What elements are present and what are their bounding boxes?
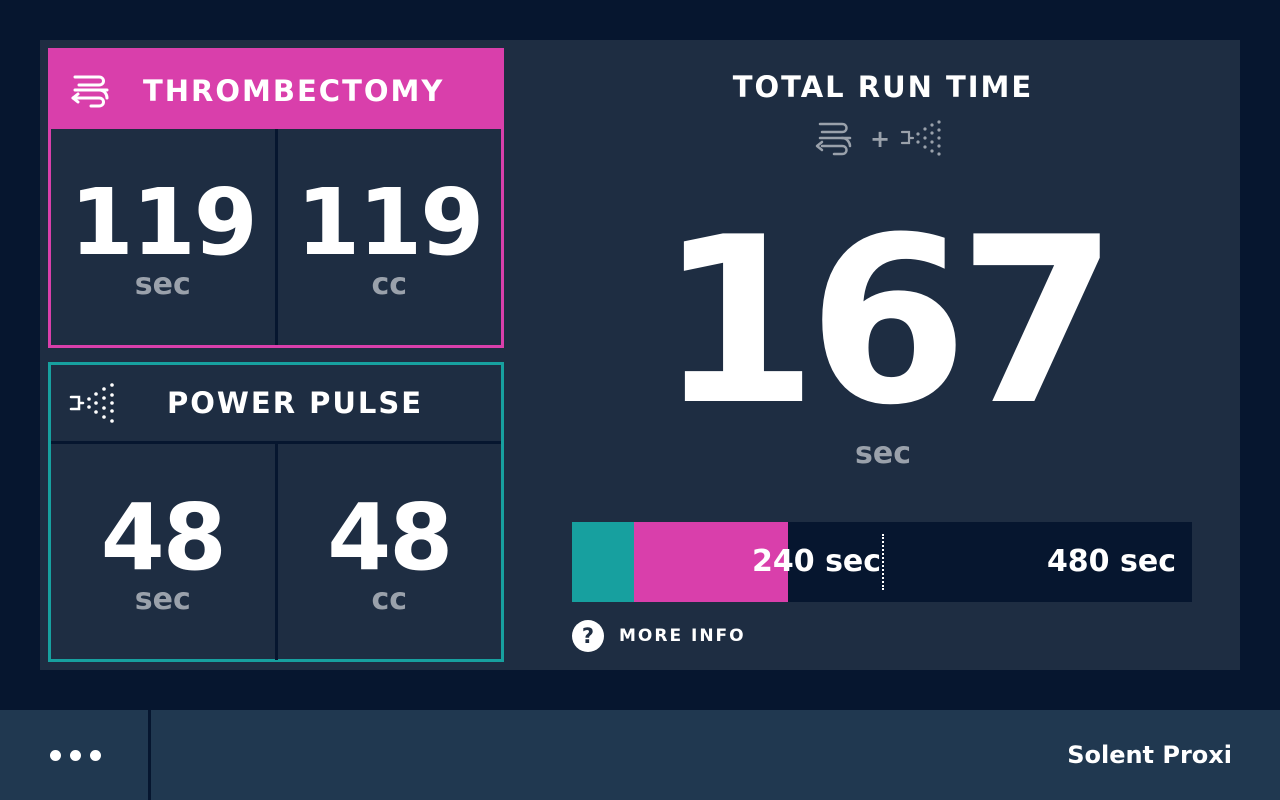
power-pulse-time-value: 48 <box>100 484 227 591</box>
thrombectomy-header: THROMBECTOMY <box>51 51 501 129</box>
power-pulse-card: POWER PULSE 48 sec 48 cc <box>48 362 504 662</box>
thrombectomy-volume-cell: 119 cc <box>274 129 502 345</box>
thrombectomy-icon <box>815 122 852 156</box>
thrombectomy-card: THROMBECTOMY 119 sec 119 cc <box>48 48 504 348</box>
power-pulse-volume-unit: cc <box>371 582 408 617</box>
progress-mid-label: 240 sec <box>752 544 882 579</box>
power-pulse-header: POWER PULSE <box>51 365 501 444</box>
power-pulse-stats: 48 sec 48 cc <box>51 444 501 660</box>
thrombectomy-title: THROMBECTOMY <box>143 74 445 108</box>
power-pulse-time-unit: sec <box>134 582 191 617</box>
power-pulse-time-cell: 48 sec <box>51 444 275 660</box>
thrombectomy-volume-value: 119 <box>296 169 484 276</box>
power-pulse-icon <box>900 120 941 156</box>
progress-midpoint-marker <box>882 534 884 590</box>
run-time-progress-bar: 240 sec 480 sec <box>572 522 1192 602</box>
help-icon: ? <box>572 620 604 652</box>
more-info-button[interactable]: ? MORE INFO <box>572 620 746 652</box>
thrombectomy-time-value: 119 <box>69 169 258 276</box>
power-pulse-volume-cell: 48 cc <box>274 444 502 660</box>
thrombectomy-time-unit: sec <box>134 267 191 302</box>
more-info-label: MORE INFO <box>619 626 746 646</box>
device-name: Solent Proxi <box>1067 741 1232 769</box>
power-pulse-icon <box>69 383 114 423</box>
thrombectomy-stats: 119 sec 119 cc <box>51 129 501 345</box>
combined-mode-icons: + <box>815 120 941 156</box>
progress-power-pulse-segment <box>572 522 634 602</box>
plus-sign: + <box>870 125 890 153</box>
power-pulse-volume-value: 48 <box>327 484 453 591</box>
thrombectomy-icon <box>71 75 109 108</box>
more-menu-button[interactable] <box>0 710 151 800</box>
power-pulse-title: POWER PULSE <box>167 386 424 420</box>
total-run-time-title: TOTAL RUN TIME <box>732 70 1034 104</box>
progress-max-label: 480 sec <box>1046 544 1176 579</box>
total-run-time-unit: sec <box>855 436 911 471</box>
total-run-time-value: 167 <box>657 189 1118 456</box>
thrombectomy-volume-unit: cc <box>371 267 408 302</box>
thrombectomy-time-cell: 119 sec <box>51 129 275 345</box>
footer-bar: Solent Proxi <box>0 710 1280 800</box>
